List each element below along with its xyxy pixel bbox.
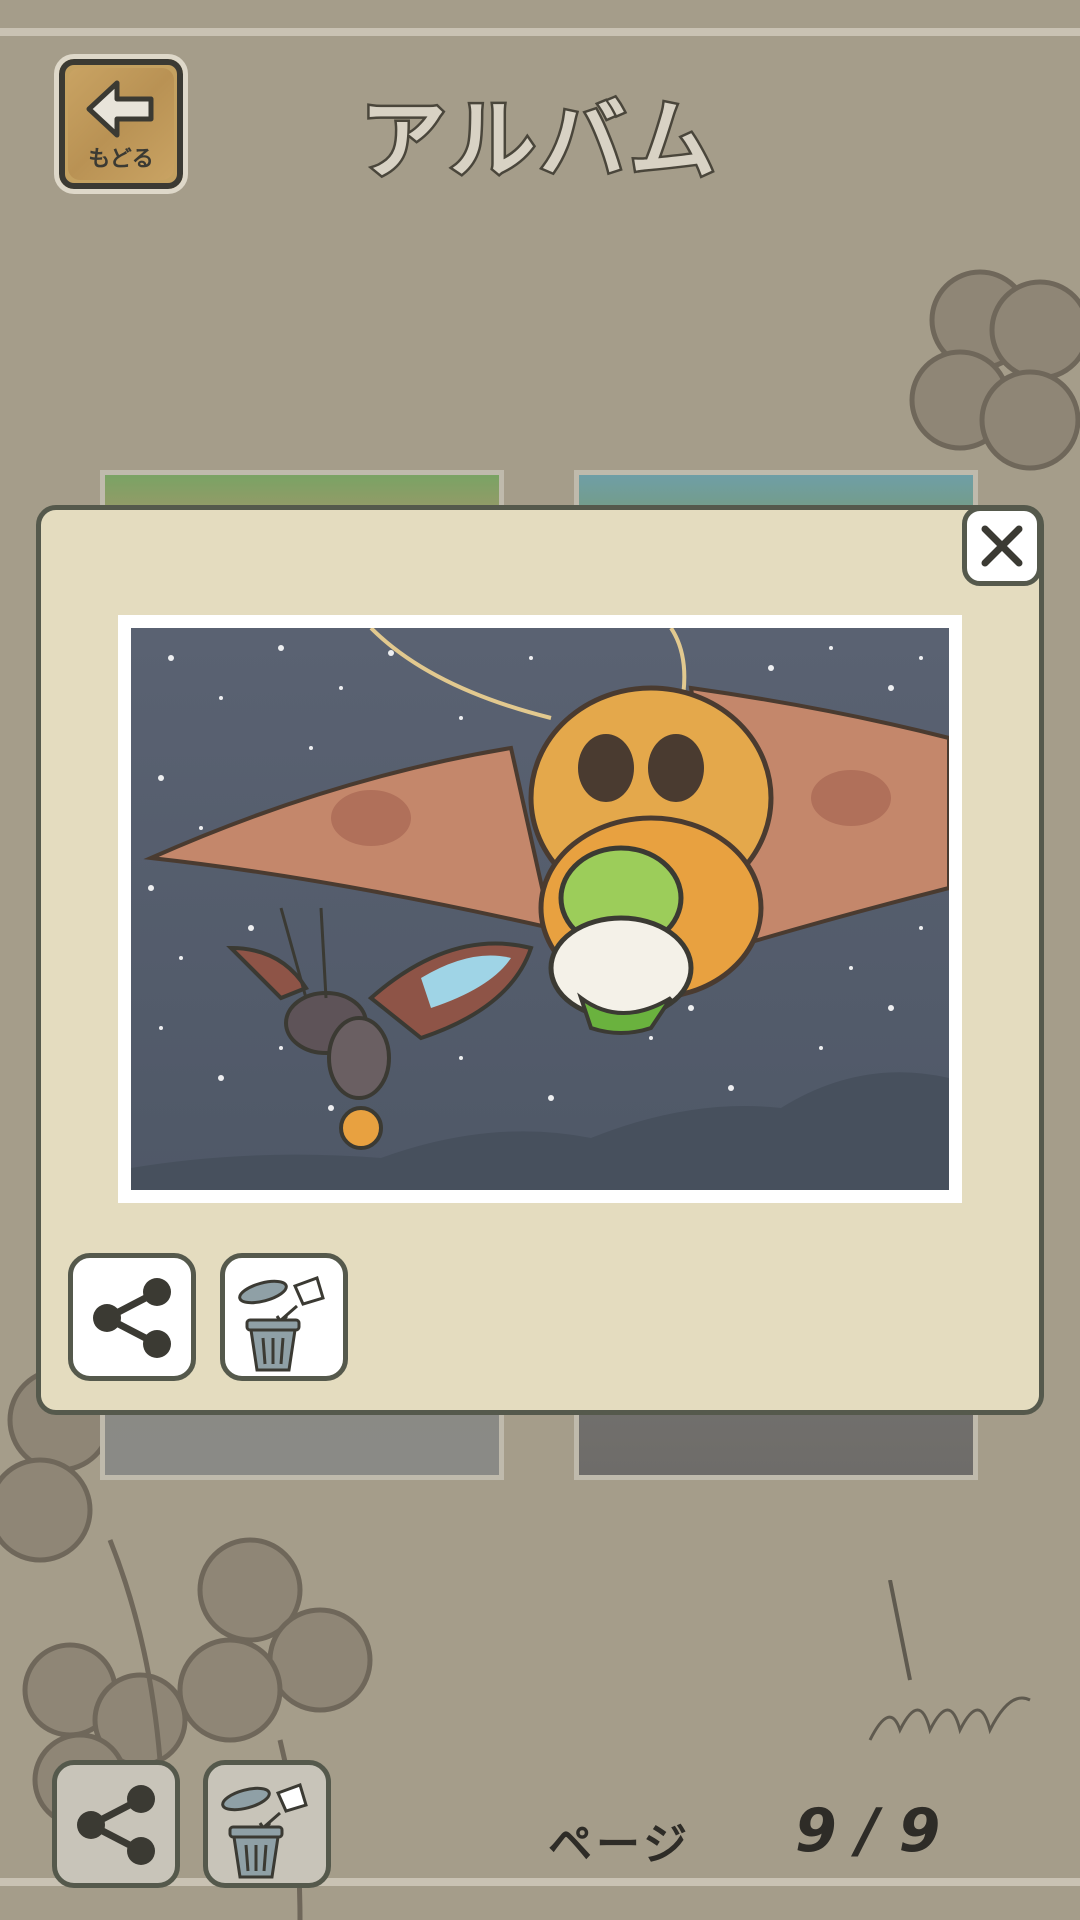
share-icon xyxy=(93,1278,171,1358)
photo-frame xyxy=(118,615,962,1203)
share-button-bottom[interactable] xyxy=(52,1760,180,1888)
signature-decoration xyxy=(868,1580,1031,1741)
page-counter: 9/9 xyxy=(795,1796,960,1866)
moth-carrying-frog-illustration xyxy=(131,628,949,1190)
close-icon xyxy=(981,525,1023,567)
share-button[interactable] xyxy=(68,1253,196,1381)
current-page: 9 xyxy=(795,1796,857,1866)
album-photo xyxy=(131,628,949,1190)
arrow-left-icon xyxy=(86,80,154,138)
trash-icon xyxy=(221,1783,308,1879)
page-separator: / xyxy=(856,1796,899,1866)
top-divider xyxy=(0,28,1080,36)
total-pages: 9 xyxy=(898,1796,961,1866)
back-button-label: もどる xyxy=(88,147,154,172)
close-button[interactable] xyxy=(962,506,1042,586)
back-button[interactable]: もどる xyxy=(54,54,188,194)
delete-button-bottom[interactable] xyxy=(203,1760,331,1888)
delete-button[interactable] xyxy=(220,1253,348,1381)
page-title: アルバム xyxy=(358,89,720,194)
trash-icon xyxy=(238,1276,325,1372)
share-icon xyxy=(77,1785,155,1865)
page-label: ページ xyxy=(548,1819,692,1870)
